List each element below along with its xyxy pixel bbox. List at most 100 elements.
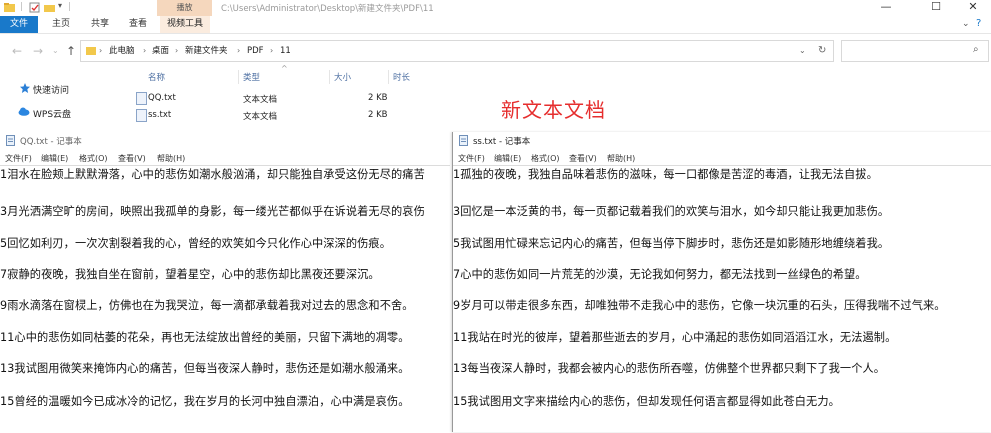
column-header-length[interactable]: 时长 <box>393 71 410 83</box>
text-line: 3月光洒满空旷的房间，映照出我孤单的身影，每一缕光芒都似乎在诉说着无尽的哀伤 <box>0 205 425 218</box>
menu-file[interactable]: 文件(F) <box>5 153 32 164</box>
text-line: 3回忆是一本泛黄的书，每一页都记载着我们的欢笑与泪水，如今却只能让我更加悲伤。 <box>453 205 890 218</box>
notepad-window-ss: ss.txt - 记事本 文件(F) 编辑(E) 格式(O) 查看(V) 帮助(… <box>452 132 991 432</box>
up-arrow-icon[interactable]: ↑ <box>66 44 76 58</box>
menu-view[interactable]: 查看(V) <box>569 153 597 164</box>
chevron-right-icon[interactable]: › <box>99 41 102 61</box>
search-icon: ⌕ <box>973 44 979 55</box>
column-divider[interactable] <box>329 70 330 84</box>
minimize-icon[interactable]: — <box>865 0 907 16</box>
notepad-title-bar: QQ.txt - 记事本 <box>0 132 450 149</box>
column-divider[interactable] <box>388 70 389 84</box>
menu-view[interactable]: 查看(V) <box>118 153 146 164</box>
ribbon-tabs: 文件 主页 共享 查看 视频工具 ⌄ ? <box>0 16 991 34</box>
help-icon[interactable]: ? <box>976 18 981 29</box>
nav-wps-cloud[interactable]: WPS云盘 <box>33 107 71 120</box>
back-arrow-icon[interactable]: ← <box>12 44 22 58</box>
file-row[interactable]: ss.txt 文本文档 2 KB <box>132 109 422 122</box>
text-line: 13每当夜深人静时，我都会被内心的悲伤所吞噬，仿佛整个世界都只剩下了我一个人。 <box>453 362 886 375</box>
notepad-text-area[interactable]: 1孤独的夜晚，我独自品味着悲伤的滋味，每一口都像是苦涩的毒酒，让我无法自拔。 3… <box>453 165 991 433</box>
text-line: 5我试图用忙碌来忘记内心的痛苦，但每当停下脚步时，悲伤还是如影随形地缠绕着我。 <box>453 237 890 250</box>
text-line: 7心中的悲伤如同一片荒芜的沙漠，无论我如何努力，都无法找到一丝绿色的希望。 <box>453 268 867 281</box>
chevron-right-icon[interactable]: › <box>175 41 178 61</box>
search-input[interactable]: ⌕ <box>841 40 989 62</box>
menu-format[interactable]: 格式(O) <box>531 153 560 164</box>
new-folder-icon[interactable] <box>44 2 55 13</box>
refresh-icon[interactable]: ↻ <box>818 41 826 61</box>
navigation-bar: ← → ⌄ ↑ › 此电脑 › 桌面 › 新建文件夹 › PDF › 11 ⌄ … <box>0 36 991 64</box>
file-size: 2 KB <box>368 93 388 103</box>
menu-format[interactable]: 格式(O) <box>79 153 108 164</box>
menu-help[interactable]: 帮助(H) <box>157 153 185 164</box>
notepad-title: QQ.txt - 记事本 <box>20 137 82 147</box>
text-line: 11我站在时光的彼岸，望着那些逝去的岁月，心中涌起的悲伤如同滔滔江水，无法遏制。 <box>453 331 897 344</box>
menu-edit[interactable]: 编辑(E) <box>41 153 68 164</box>
file-name: QQ.txt <box>148 93 176 103</box>
notepad-icon <box>6 135 15 146</box>
notepad-window-qq: QQ.txt - 记事本 文件(F) 编辑(E) 格式(O) 查看(V) 帮助(… <box>0 132 450 432</box>
cloud-icon <box>18 107 30 116</box>
separator: | <box>68 2 72 12</box>
breadcrumb-desktop[interactable]: 桌面 <box>152 41 169 61</box>
text-line: 9雨水滴落在窗棂上，仿佛也在为我哭泣，每一滴都承载着我对过去的思念和不舍。 <box>0 299 414 312</box>
tab-share[interactable]: 共享 <box>91 16 109 33</box>
text-line: 5回忆如利刃，一次次割裂着我的心，曾经的欢笑如今只化作心中深深的伤痕。 <box>0 237 391 250</box>
breadcrumb-new-folder[interactable]: 新建文件夹 <box>185 41 228 61</box>
window-title-path: C:\Users\Administrator\Desktop\新建文件夹\PDF… <box>221 4 434 14</box>
file-name: ss.txt <box>148 110 172 120</box>
text-file-icon <box>136 109 147 122</box>
menu-file[interactable]: 文件(F) <box>458 153 485 164</box>
overlay-caption: 新文本文档 <box>501 98 606 122</box>
close-icon[interactable]: ✕ <box>952 0 991 16</box>
file-size: 2 KB <box>368 110 388 120</box>
column-divider[interactable] <box>238 70 239 84</box>
separator: | <box>20 2 24 12</box>
folder-icon <box>4 3 15 12</box>
quick-access-dropdown-icon[interactable]: ▾ <box>58 1 62 12</box>
folder-icon <box>86 47 96 55</box>
notepad-menu-bar: 文件(F) 编辑(E) 格式(O) 查看(V) 帮助(H) <box>453 151 991 165</box>
text-line: 7寂静的夜晚，我独自坐在窗前，望着星空，心中的悲伤却比黑夜还要深沉。 <box>0 268 380 281</box>
notepad-text-area[interactable]: 1泪水在脸颊上默默滑落，心中的悲伤如潮水般汹涌，却只能独自承受这份无尽的痛苦 3… <box>0 165 450 433</box>
notepad-title: ss.txt - 记事本 <box>473 137 531 147</box>
address-bar[interactable]: › 此电脑 › 桌面 › 新建文件夹 › PDF › 11 ⌄ ↻ <box>80 40 834 62</box>
column-header-type[interactable]: 类型 <box>243 71 260 83</box>
chevron-right-icon[interactable]: › <box>143 41 146 61</box>
expand-ribbon-icon[interactable]: ⌄ <box>962 19 970 29</box>
text-line: 15我试图用文字来描绘内心的悲伤，但却发现任何语言都显得如此苍白无力。 <box>453 395 840 408</box>
text-line: 9岁月可以带走很多东西，却唯独带不走我心中的悲伤，它像一块沉重的石头，压得我喘不… <box>453 299 946 312</box>
text-line: 1孤独的夜晚，我独自品味着悲伤的滋味，每一口都像是苦涩的毒酒，让我无法自拔。 <box>453 168 878 181</box>
properties-icon[interactable] <box>29 2 40 13</box>
chevron-down-icon[interactable]: ⌄ <box>799 41 806 61</box>
nav-quick-access[interactable]: 快速访问 <box>33 83 69 96</box>
sort-up-icon: ^ <box>281 64 288 73</box>
tab-video-tools[interactable]: 视频工具 <box>160 16 210 33</box>
notepad-icon <box>459 135 468 146</box>
recent-locations-icon[interactable]: ⌄ <box>52 46 59 55</box>
context-tab-play: 播放 <box>157 0 212 16</box>
explorer-title-bar: | ▾ | 播放 C:\Users\Administrator\Desktop\… <box>0 0 991 16</box>
column-header-size[interactable]: 大小 <box>334 71 351 83</box>
notepad-title-bar: ss.txt - 记事本 <box>453 132 991 149</box>
column-header-name[interactable]: 名称 <box>148 71 165 83</box>
notepad-menu-bar: 文件(F) 编辑(E) 格式(O) 查看(V) 帮助(H) <box>0 151 450 165</box>
forward-arrow-icon[interactable]: → <box>33 44 43 58</box>
text-line: 15曾经的温暖如今已成冰冷的记忆，我在岁月的长河中独自漂泊，心中满是哀伤。 <box>0 395 410 408</box>
text-file-icon <box>136 92 147 105</box>
file-type: 文本文档 <box>243 112 278 122</box>
text-line: 13我试图用微笑来掩饰内心的痛苦，但每当夜深人静时，悲伤还是如潮水般涌来。 <box>0 362 410 375</box>
breadcrumb-pdf[interactable]: PDF <box>247 41 264 61</box>
menu-edit[interactable]: 编辑(E) <box>494 153 521 164</box>
chevron-right-icon[interactable]: › <box>237 41 240 61</box>
chevron-right-icon[interactable]: › <box>270 41 273 61</box>
tab-file[interactable]: 文件 <box>0 16 38 33</box>
tab-home[interactable]: 主页 <box>52 16 70 33</box>
breadcrumb-this-pc[interactable]: 此电脑 <box>109 41 135 61</box>
menu-help[interactable]: 帮助(H) <box>607 153 635 164</box>
text-line: 11心中的悲伤如同枯萎的花朵，再也无法绽放出曾经的美丽，只留下满地的凋零。 <box>0 331 410 344</box>
breadcrumb-11[interactable]: 11 <box>280 41 291 61</box>
maximize-icon[interactable]: ☐ <box>915 0 957 16</box>
tab-view[interactable]: 查看 <box>129 16 147 33</box>
star-icon <box>20 83 30 93</box>
file-row[interactable]: QQ.txt 文本文档 2 KB <box>132 92 422 105</box>
